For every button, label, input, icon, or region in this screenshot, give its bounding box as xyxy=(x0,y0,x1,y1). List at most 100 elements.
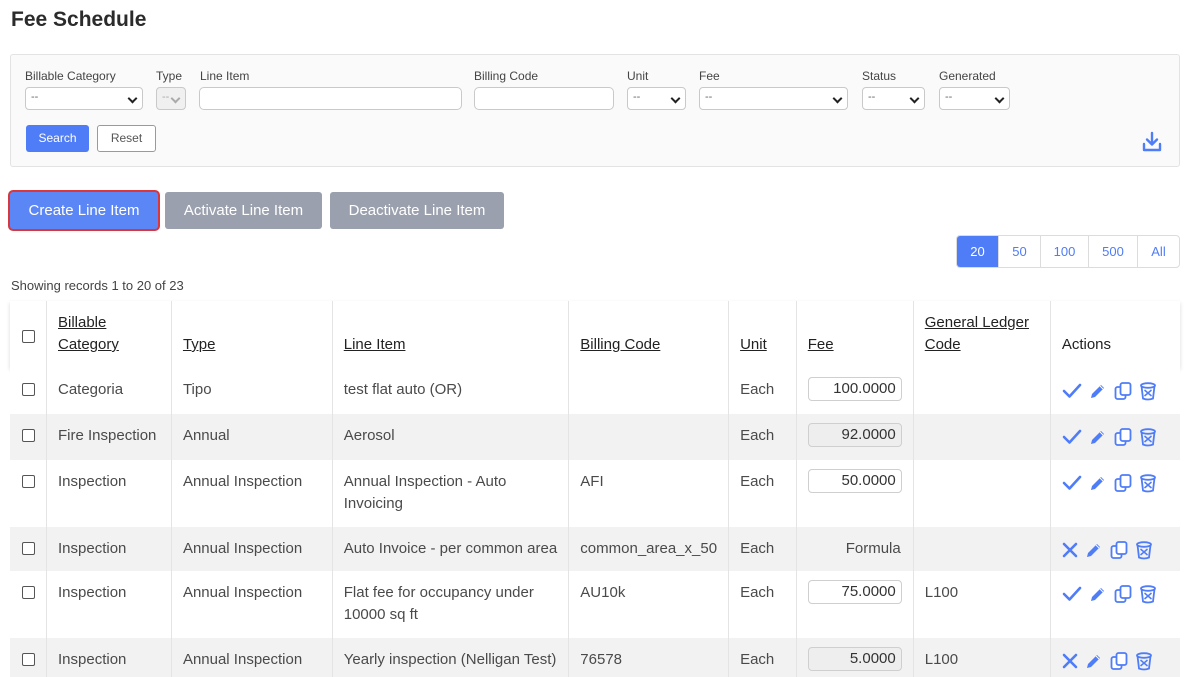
cell-line-item: Auto Invoice - per common area xyxy=(332,527,570,571)
status-select[interactable]: -- xyxy=(862,87,925,110)
cell-type: Annual Inspection xyxy=(171,527,333,571)
fee-schedule-table: Billable Category Type Line Item Billing… xyxy=(10,301,1180,677)
activate-line-item-button[interactable]: Activate Line Item xyxy=(165,192,322,229)
copy-icon[interactable] xyxy=(1109,651,1129,671)
records-count: Showing records 1 to 20 of 23 xyxy=(11,278,184,293)
pencil-icon[interactable] xyxy=(1084,541,1103,560)
fee-select[interactable]: -- xyxy=(699,87,848,110)
row-checkbox[interactable] xyxy=(22,586,35,599)
activate-check-icon[interactable] xyxy=(1062,428,1082,446)
header-gl-code[interactable]: General Ledger Code xyxy=(913,301,1051,368)
cell-type: Annual Inspection xyxy=(171,571,333,638)
activate-check-icon[interactable] xyxy=(1062,382,1082,400)
generated-select[interactable]: -- xyxy=(939,87,1010,110)
row-checkbox[interactable] xyxy=(22,429,35,442)
header-fee[interactable]: Fee xyxy=(796,301,914,368)
cell-billable-category: Inspection xyxy=(46,460,172,527)
trash-icon[interactable] xyxy=(1139,381,1157,401)
reset-button[interactable]: Reset xyxy=(97,125,156,152)
pencil-icon[interactable] xyxy=(1088,428,1107,447)
cell-gl-code xyxy=(913,527,1051,571)
header-type[interactable]: Type xyxy=(171,301,333,368)
fee-value-field[interactable]: 100.0000 xyxy=(807,377,902,401)
cell-billing-code: AFI xyxy=(568,460,730,527)
cell-fee: 92.0000 xyxy=(796,414,914,460)
cell-actions xyxy=(1050,414,1180,460)
row-checkbox[interactable] xyxy=(22,542,35,555)
filter-billing-code-label: Billing Code xyxy=(474,69,539,83)
cell-billable-category: Inspection xyxy=(46,571,172,638)
cell-actions xyxy=(1050,527,1180,571)
activate-check-icon[interactable] xyxy=(1062,585,1082,603)
header-unit[interactable]: Unit xyxy=(728,301,797,368)
pencil-icon[interactable] xyxy=(1084,652,1103,671)
cell-billing-code xyxy=(568,414,730,460)
page-size-50[interactable]: 50 xyxy=(998,236,1040,267)
page-size-all[interactable]: All xyxy=(1137,236,1179,267)
page-size-20[interactable]: 20 xyxy=(957,236,998,267)
page-size-100[interactable]: 100 xyxy=(1040,236,1088,267)
page-size-selector: 20 50 100 500 All xyxy=(956,235,1180,268)
cell-actions xyxy=(1050,638,1180,677)
table-row: Fire Inspection Annual Aerosol Each 92.0000 xyxy=(10,414,1180,460)
row-checkbox[interactable] xyxy=(22,653,35,666)
cell-fee: 100.0000 xyxy=(796,368,914,414)
filter-panel: Billable Category -- Type -- Line Item B… xyxy=(10,54,1180,167)
type-select[interactable]: -- xyxy=(156,87,186,110)
filter-fee-label: Fee xyxy=(699,69,720,83)
fee-value-field: 5.0000 xyxy=(807,647,902,671)
cell-type: Annual xyxy=(171,414,333,460)
billable-category-select[interactable]: -- xyxy=(25,87,143,110)
copy-icon[interactable] xyxy=(1113,584,1133,604)
select-all-checkbox[interactable] xyxy=(22,330,35,343)
header-billing-code[interactable]: Billing Code xyxy=(568,301,730,368)
cell-fee: 5.0000 xyxy=(796,638,914,677)
copy-icon[interactable] xyxy=(1113,427,1133,447)
filter-line-item-label: Line Item xyxy=(200,69,250,83)
trash-icon[interactable] xyxy=(1135,540,1153,560)
row-checkbox[interactable] xyxy=(22,383,35,396)
unit-select[interactable]: -- xyxy=(627,87,686,110)
table-header-row: Billable Category Type Line Item Billing… xyxy=(10,301,1180,368)
fee-value-field[interactable]: 75.0000 xyxy=(807,580,902,604)
copy-icon[interactable] xyxy=(1113,381,1133,401)
pencil-icon[interactable] xyxy=(1088,474,1107,493)
deactivate-x-icon[interactable] xyxy=(1062,541,1078,559)
search-button[interactable]: Search xyxy=(26,125,89,152)
table-row: Inspection Annual Inspection Flat fee for … xyxy=(10,571,1180,638)
create-line-item-button[interactable]: Create Line Item xyxy=(10,192,158,229)
trash-icon[interactable] xyxy=(1139,427,1157,447)
table-row: Categoria Tipo test flat auto (OR) Each 100.… xyxy=(10,368,1180,414)
cell-billing-code: 76578 xyxy=(568,638,730,677)
copy-icon[interactable] xyxy=(1109,540,1129,560)
filter-generated-label: Generated xyxy=(939,69,996,83)
trash-icon[interactable] xyxy=(1135,651,1153,671)
copy-icon[interactable] xyxy=(1113,473,1133,493)
deactivate-x-icon[interactable] xyxy=(1062,652,1078,670)
cell-unit: Each xyxy=(728,571,797,638)
cell-unit: Each xyxy=(728,368,797,414)
pencil-icon[interactable] xyxy=(1088,585,1107,604)
row-checkbox[interactable] xyxy=(22,475,35,488)
activate-check-icon[interactable] xyxy=(1062,474,1082,492)
trash-icon[interactable] xyxy=(1139,473,1157,493)
filter-unit-label: Unit xyxy=(627,69,649,83)
fee-value-field[interactable]: 50.0000 xyxy=(807,469,902,493)
cell-type: Annual Inspection xyxy=(171,638,333,677)
header-billable-category[interactable]: Billable Category xyxy=(46,301,172,368)
line-item-input[interactable] xyxy=(199,87,462,110)
download-icon[interactable] xyxy=(1141,131,1163,153)
header-line-item[interactable]: Line Item xyxy=(332,301,570,368)
trash-icon[interactable] xyxy=(1139,584,1157,604)
cell-unit: Each xyxy=(728,638,797,677)
cell-fee: Formula xyxy=(796,527,914,571)
page-size-500[interactable]: 500 xyxy=(1088,236,1137,267)
pencil-icon[interactable] xyxy=(1088,382,1107,401)
billing-code-input[interactable] xyxy=(474,87,614,110)
cell-line-item: Aerosol xyxy=(332,414,570,460)
table-row: Inspection Annual Inspection Annual Inspec… xyxy=(10,460,1180,527)
deactivate-line-item-button[interactable]: Deactivate Line Item xyxy=(330,192,504,229)
fee-formula-text: Formula xyxy=(845,540,901,557)
cell-billable-category: Fire Inspection xyxy=(46,414,172,460)
table-row: Inspection Annual Inspection Yearly inspec… xyxy=(10,638,1180,677)
